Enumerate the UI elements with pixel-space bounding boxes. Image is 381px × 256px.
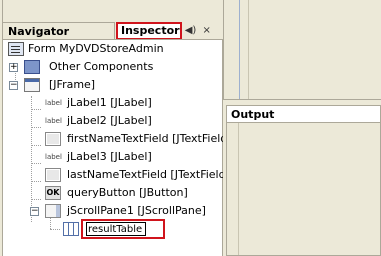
jlabel-icon: label	[45, 153, 62, 161]
jlabel-icon: label	[45, 117, 62, 125]
tree-item-label: Other Components	[49, 60, 154, 73]
jtextfield-icon	[45, 168, 61, 182]
tree-guide-line	[31, 145, 41, 146]
jscrollpane-icon	[45, 204, 61, 218]
tree-item-label: jLabel2 [JLabel]	[67, 114, 152, 127]
tree-item-label: jScrollPane1 [JScrollPane]	[67, 204, 206, 217]
tree-guide-line	[50, 229, 60, 230]
tab-inspector[interactable]: Inspector	[116, 22, 182, 40]
editor-area	[223, 0, 381, 100]
tree-item-label: lastNameTextField [JTextField]	[67, 168, 230, 181]
tree-guide-line	[31, 199, 41, 200]
tab-output[interactable]: Output	[227, 106, 380, 123]
editor-scrollbar[interactable]	[230, 0, 240, 99]
editor-gutter	[240, 0, 249, 99]
jbutton-icon: OK	[45, 186, 61, 200]
tree-item-label: jLabel3 [JLabel]	[67, 150, 152, 163]
form-icon	[8, 42, 24, 56]
tree-guide-line	[31, 109, 41, 110]
tree-item-label: Form MyDVDStoreAdmin	[28, 42, 164, 55]
inspector-panel: Navigator Inspector ◀) × Form MyDVDStore…	[2, 0, 232, 256]
right-workspace: Output	[223, 0, 381, 256]
other-components-icon	[24, 60, 40, 74]
rename-input[interactable]	[86, 222, 146, 236]
expand-icon[interactable]: +	[9, 63, 18, 72]
tab-navigator[interactable]: Navigator	[3, 22, 115, 40]
jframe-icon	[24, 78, 40, 92]
output-sidebar	[227, 123, 239, 255]
tree-item-label: firstNameTextField [JTextField]	[67, 132, 232, 145]
tree-guide-line	[31, 96, 32, 222]
collapse-icon[interactable]: −	[9, 81, 18, 90]
restore-icon[interactable]: ◀)	[184, 24, 197, 38]
tree-guide-line	[31, 163, 41, 164]
jtextfield-icon	[45, 132, 61, 146]
tree-guide-line	[31, 181, 41, 182]
jtable-icon	[63, 222, 79, 236]
tree-item-label: [JFrame]	[49, 78, 96, 91]
tree-item-label: queryButton [JButton]	[67, 186, 188, 199]
close-icon[interactable]: ×	[200, 24, 213, 38]
jlabel-icon: label	[45, 99, 62, 107]
output-panel: Output	[226, 105, 381, 256]
panel-controls: ◀) ×	[184, 24, 222, 38]
rename-highlight	[81, 219, 165, 239]
tree-item-label: jLabel1 [JLabel]	[67, 96, 152, 109]
tree-guide-line	[31, 127, 41, 128]
panel-tab-strip: Navigator Inspector ◀) ×	[3, 0, 224, 40]
collapse-icon[interactable]: −	[30, 207, 39, 216]
